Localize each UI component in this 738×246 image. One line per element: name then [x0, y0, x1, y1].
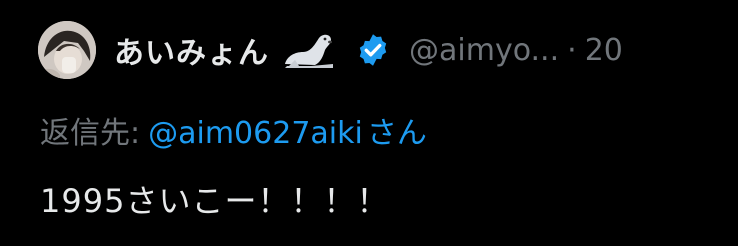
author-handle[interactable]: @aimyo...: [409, 33, 559, 68]
seal-emoji-icon: [281, 30, 337, 70]
tweet[interactable]: あいみょん @aimyo... · 20 返信先: @aim0627aiki さん …: [0, 0, 738, 246]
reply-context: 返信先: @aim0627aiki さん: [40, 108, 427, 152]
tweet-header: あいみょん @aimyo... · 20: [38, 21, 623, 79]
tweet-date[interactable]: 20: [585, 33, 623, 68]
avatar-image: [38, 21, 96, 79]
tweet-text: 1995さいこー！！！！: [40, 182, 390, 220]
header-separator: ·: [567, 32, 577, 68]
reply-label: 返信先:: [40, 116, 141, 151]
verified-badge-icon[interactable]: [355, 32, 391, 68]
reply-honorific[interactable]: さん: [367, 116, 427, 151]
avatar[interactable]: [38, 21, 96, 79]
reply-handle-link[interactable]: @aim0627aiki: [148, 116, 363, 151]
author-display-name[interactable]: あいみょん: [114, 28, 269, 72]
